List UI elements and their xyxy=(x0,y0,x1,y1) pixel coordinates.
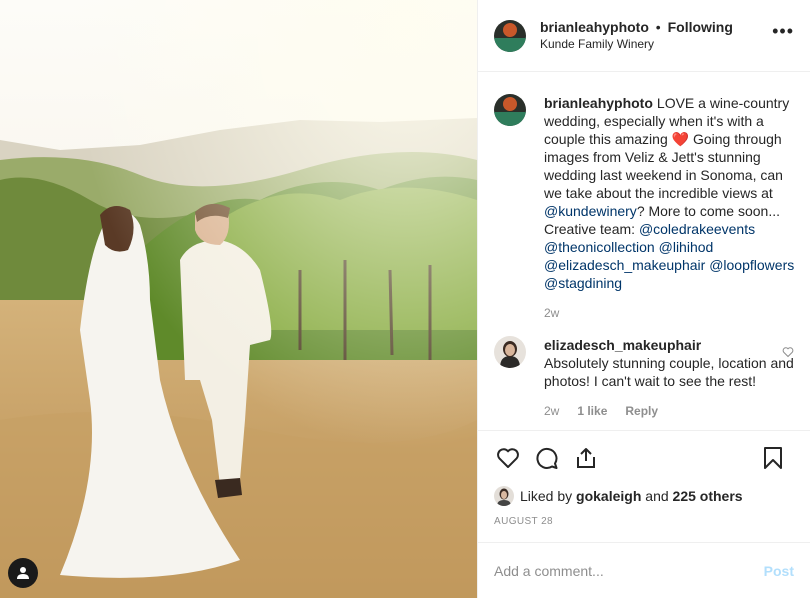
mention-link[interactable]: @theonicollection xyxy=(544,239,655,255)
post-header: brianleahyphoto • Following Kunde Family… xyxy=(478,0,810,72)
mention-link[interactable]: @lihihod xyxy=(659,239,714,255)
mention-link[interactable]: @loopflowers xyxy=(709,257,794,273)
caption: brianleahyphoto LOVE a wine-country weddi… xyxy=(494,94,794,320)
following-button[interactable]: Following xyxy=(668,19,733,35)
more-horizontal-icon[interactable]: ••• xyxy=(772,22,794,40)
comment-likes[interactable]: 1 like xyxy=(577,404,607,418)
post-photo[interactable] xyxy=(0,0,477,598)
like-heart-icon[interactable] xyxy=(494,444,522,472)
likes-others-link[interactable]: 225 others xyxy=(673,488,743,504)
comment-body: Absolutely stunning couple, location and… xyxy=(544,355,794,389)
comment-meta: 2w 1 like Reply xyxy=(544,404,799,418)
liked-by-user[interactable]: gokaleigh xyxy=(576,488,641,504)
comment-bubble-icon[interactable] xyxy=(533,444,561,472)
caption-text: brianleahyphoto LOVE a wine-country weddi… xyxy=(544,94,799,292)
caption-author-avatar[interactable] xyxy=(494,94,526,126)
add-comment-bar: Post xyxy=(478,542,810,598)
likes-prefix: Liked by xyxy=(520,488,573,504)
comment-input[interactable] xyxy=(494,562,734,579)
wedding-photo xyxy=(0,0,477,598)
caption-username[interactable]: brianleahyphoto xyxy=(544,95,653,111)
post-button[interactable]: Post xyxy=(764,563,794,579)
author-username[interactable]: brianleahyphoto xyxy=(540,19,649,35)
post-date[interactable]: AUGUST 28 xyxy=(478,508,810,542)
mention-kundewinery[interactable]: @kundewinery xyxy=(544,203,637,219)
liker-avatar[interactable] xyxy=(494,486,514,506)
commenter-username[interactable]: elizadesch_makeuphair xyxy=(544,337,701,353)
caption-age[interactable]: 2w xyxy=(544,306,559,320)
commenter-avatar[interactable] xyxy=(494,336,526,368)
mention-link[interactable]: @elizadesch_makeuphair xyxy=(544,257,705,273)
mention-link[interactable]: @coledrakeevents xyxy=(639,221,755,237)
mention-link[interactable]: @stagdining xyxy=(544,275,622,291)
heart-emoji: ❤️ xyxy=(671,131,690,147)
comment-item: elizadesch_makeuphair Absolutely stunnin… xyxy=(494,336,794,418)
location-link[interactable]: Kunde Family Winery xyxy=(540,36,733,53)
header-text: brianleahyphoto • Following Kunde Family… xyxy=(540,19,733,53)
comments-section: brianleahyphoto LOVE a wine-country weddi… xyxy=(478,72,810,430)
likes-line: Liked by gokaleigh and 225 others xyxy=(478,484,810,508)
tagged-users-icon[interactable] xyxy=(8,558,38,588)
action-bar xyxy=(478,430,810,484)
comment-text: elizadesch_makeuphair Absolutely stunnin… xyxy=(544,336,799,390)
separator-dot: • xyxy=(655,18,661,35)
reply-button[interactable]: Reply xyxy=(625,404,658,418)
post-side-panel: brianleahyphoto • Following Kunde Family… xyxy=(477,0,810,598)
like-comment-heart-icon[interactable] xyxy=(782,346,794,358)
likes-and: and xyxy=(645,488,669,504)
comment-age[interactable]: 2w xyxy=(544,404,559,418)
share-icon[interactable] xyxy=(572,444,600,472)
instagram-post: brianleahyphoto • Following Kunde Family… xyxy=(0,0,810,598)
caption-meta: 2w xyxy=(544,306,799,320)
bookmark-icon[interactable] xyxy=(759,444,787,472)
author-avatar[interactable] xyxy=(494,19,526,52)
